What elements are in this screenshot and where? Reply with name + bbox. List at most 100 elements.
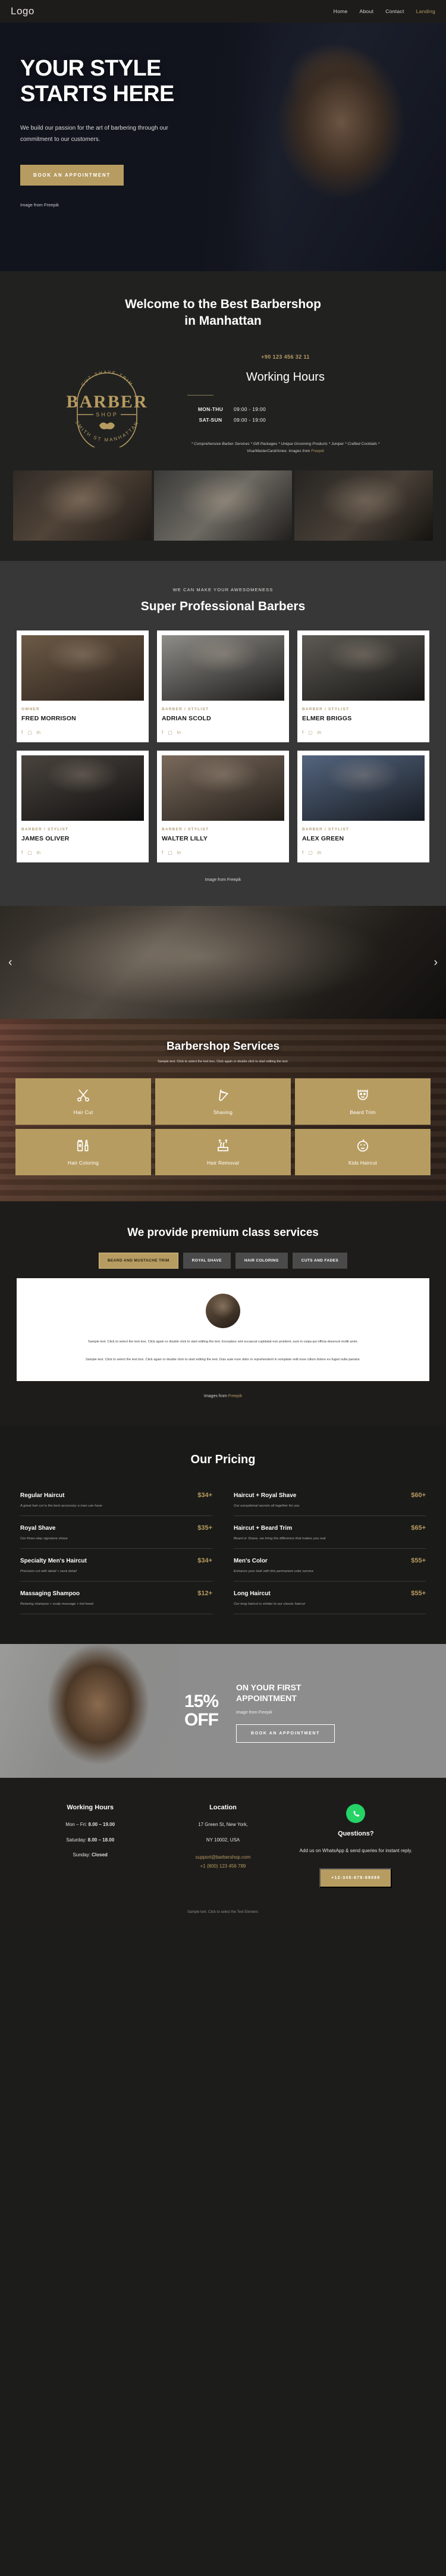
hours-days: SAT-SUN [199, 416, 222, 423]
barber-photo [302, 635, 425, 701]
footer-address-line-2: NY 10002, USA [206, 1837, 240, 1843]
nav-item-landing[interactable]: Landing [416, 8, 435, 14]
hero-image-credit: Image from Freepik [20, 202, 256, 208]
facebook-icon[interactable]: f [21, 730, 23, 735]
barber-card[interactable]: BARBER / STYLIST WALTER LILLY f ▢ in [157, 751, 289, 863]
promo-credit-link[interactable]: Freepik [258, 1711, 272, 1715]
barber-card[interactable]: BARBER / STYLIST ADRIAN SCOLD f ▢ in [157, 630, 289, 743]
service-tile-hair-coloring[interactable]: Hair Coloring [15, 1128, 151, 1175]
barber-name: JAMES OLIVER [21, 835, 70, 843]
services-title: Barbershop Services [166, 1040, 280, 1053]
instagram-icon[interactable]: ▢ [168, 730, 172, 735]
barber-card[interactable]: BARBER / STYLIST ALEX GREEN f ▢ in [297, 751, 429, 863]
barbers-credit-link[interactable]: Freepik [227, 878, 241, 882]
tab-hair-coloring[interactable]: HAIR COLORING [235, 1252, 288, 1269]
promo-image-credit: Image from Freepik [236, 1711, 335, 1715]
tab-cuts-and-fades[interactable]: CUTS AND FADES [292, 1252, 348, 1269]
promo-background-image [0, 1644, 178, 1778]
linkedin-icon[interactable]: in [177, 730, 181, 735]
fineprint-link[interactable]: Freepik [311, 449, 324, 453]
hero-subtitle: We build our passion for the art of barb… [20, 124, 168, 143]
tab-royal-shave[interactable]: ROYAL SHAVE [183, 1252, 231, 1269]
hero-book-appointment-button[interactable]: BOOK AN APPOINTMENT [20, 164, 124, 186]
instagram-icon[interactable]: ▢ [27, 850, 32, 855]
whatsapp-icon[interactable] [346, 1804, 366, 1824]
footer-questions-text: Add us on WhatsApp & send queries for in… [299, 1848, 412, 1854]
facebook-icon[interactable]: f [302, 850, 303, 855]
service-tile-shaving[interactable]: Shaving [155, 1078, 291, 1125]
facebook-icon[interactable]: f [162, 730, 163, 735]
site-header: Logo Home About Contact Landing [0, 0, 446, 23]
tab-beard-and-mustache-trim[interactable]: BEARD AND MUSTACHE TRIM [98, 1252, 178, 1269]
whatsapp-number-button[interactable]: +12-345-678-89089 [319, 1868, 392, 1888]
barber-photo [21, 755, 144, 821]
shop-phone[interactable]: +90 123 456 32 11 [187, 354, 384, 360]
nav-item-contact[interactable]: Contact [385, 8, 404, 14]
barber-role: BARBER / STYLIST [162, 707, 209, 712]
barber-role: BARBER / STYLIST [21, 827, 69, 832]
barber-role: BARBER / STYLIST [302, 827, 350, 832]
working-hours-title: Working Hours [246, 370, 325, 384]
linkedin-icon[interactable]: in [318, 850, 321, 855]
instagram-icon[interactable]: ▢ [308, 730, 313, 735]
nav-item-home[interactable]: Home [334, 8, 348, 14]
pricing-item: Haircut + Royal Shave $60+ Our exceptiona… [234, 1483, 426, 1517]
footer-phone[interactable]: +1 (800) 123 456 789 [162, 1863, 283, 1869]
barber-role: BARBER / STYLIST [162, 827, 209, 832]
carousel-next-icon[interactable]: › [434, 956, 438, 968]
pricing-desc: Relaxing shampoo + scalp massage + hot t… [20, 1602, 94, 1607]
baby-face-icon [355, 1138, 370, 1154]
barber-card[interactable]: BARBER / STYLIST ELMER BRIGGS f ▢ in [297, 630, 429, 743]
linkedin-icon[interactable]: in [37, 730, 40, 735]
pricing-desc: Enhance your look with this permanent co… [234, 1570, 314, 1574]
facebook-icon[interactable]: f [302, 730, 303, 735]
services-subtitle: Sample text. Click to select the text bo… [158, 1060, 288, 1064]
footer-email[interactable]: support@barbershop.com [162, 1855, 283, 1860]
hours-row: SAT-SUN 09:00 - 19:00 [187, 417, 384, 423]
barber-name: ELMER BRIGGS [302, 715, 352, 723]
pricing-price: $65+ [411, 1524, 426, 1532]
pricing-desc: Our exceptional secrets all together for… [234, 1504, 300, 1508]
site-logo[interactable]: Logo [11, 5, 34, 17]
hero-credit-link[interactable]: Freepik [44, 202, 59, 208]
footer-hours-column: Working Hours Mon – Fri: 8.00 – 19.00 Sa… [30, 1804, 150, 1888]
premium-credit-link[interactable]: Freepik [228, 1394, 242, 1398]
welcome-title: Welcome to the Best Barbershop in Manhat… [0, 296, 446, 330]
footer-hours-value: Closed [92, 1852, 108, 1858]
barber-socials: f ▢ in [302, 730, 425, 735]
instagram-icon[interactable]: ▢ [168, 850, 172, 855]
promo-book-appointment-button[interactable]: BOOK AN APPOINTMENT [236, 1724, 335, 1743]
facebook-icon[interactable]: f [162, 850, 163, 855]
barber-name: WALTER LILLY [162, 835, 208, 843]
site-footer: Working Hours Mon – Fri: 8.00 – 19.00 Sa… [0, 1778, 446, 1929]
barber-socials: f ▢ in [162, 850, 284, 855]
premium-body-1: Sample text. Click to select the text bo… [87, 1339, 359, 1344]
service-label: Hair Cut [73, 1109, 93, 1116]
premium-credit-prefix: Images from [203, 1394, 228, 1399]
barber-socials: f ▢ in [162, 730, 284, 735]
instagram-icon[interactable]: ▢ [308, 850, 313, 855]
barber-card[interactable]: BARBER / STYLIST JAMES OLIVER f ▢ in [17, 751, 149, 863]
service-tile-hair-removal[interactable]: Hair Removal [155, 1128, 291, 1175]
carousel-prev-icon[interactable]: ‹ [8, 956, 12, 968]
linkedin-icon[interactable]: in [37, 850, 40, 855]
facebook-icon[interactable]: f [21, 850, 23, 855]
nav-item-about[interactable]: About [360, 8, 374, 14]
pricing-item: Long Haircut $55+ Our long haircut is sim… [234, 1582, 426, 1615]
footer-copyright: Sample text. Click to select the Text El… [187, 1910, 259, 1914]
barber-card[interactable]: OWNER FRED MORRISON f ▢ in [17, 630, 149, 743]
service-label: Shaving [213, 1109, 233, 1116]
barber-photo [302, 755, 425, 821]
pricing-price: $12+ [197, 1590, 212, 1598]
pricing-name: Royal Shave [20, 1525, 56, 1532]
linkedin-icon[interactable]: in [318, 730, 321, 735]
welcome-title-line2: in Manhattan [184, 314, 262, 328]
service-tile-hair-cut[interactable]: Hair Cut [15, 1078, 151, 1125]
service-tile-beard-trim[interactable]: Beard Trim [295, 1078, 431, 1125]
pricing-price: $60+ [411, 1492, 426, 1499]
hours-time: 09:00 - 19:00 [234, 416, 266, 423]
instagram-icon[interactable]: ▢ [27, 730, 32, 735]
premium-services-section: We provide premium class services BEARD … [0, 1201, 446, 1426]
service-tile-kids-haircut[interactable]: Kids Haircut [295, 1128, 431, 1175]
linkedin-icon[interactable]: in [177, 850, 181, 855]
